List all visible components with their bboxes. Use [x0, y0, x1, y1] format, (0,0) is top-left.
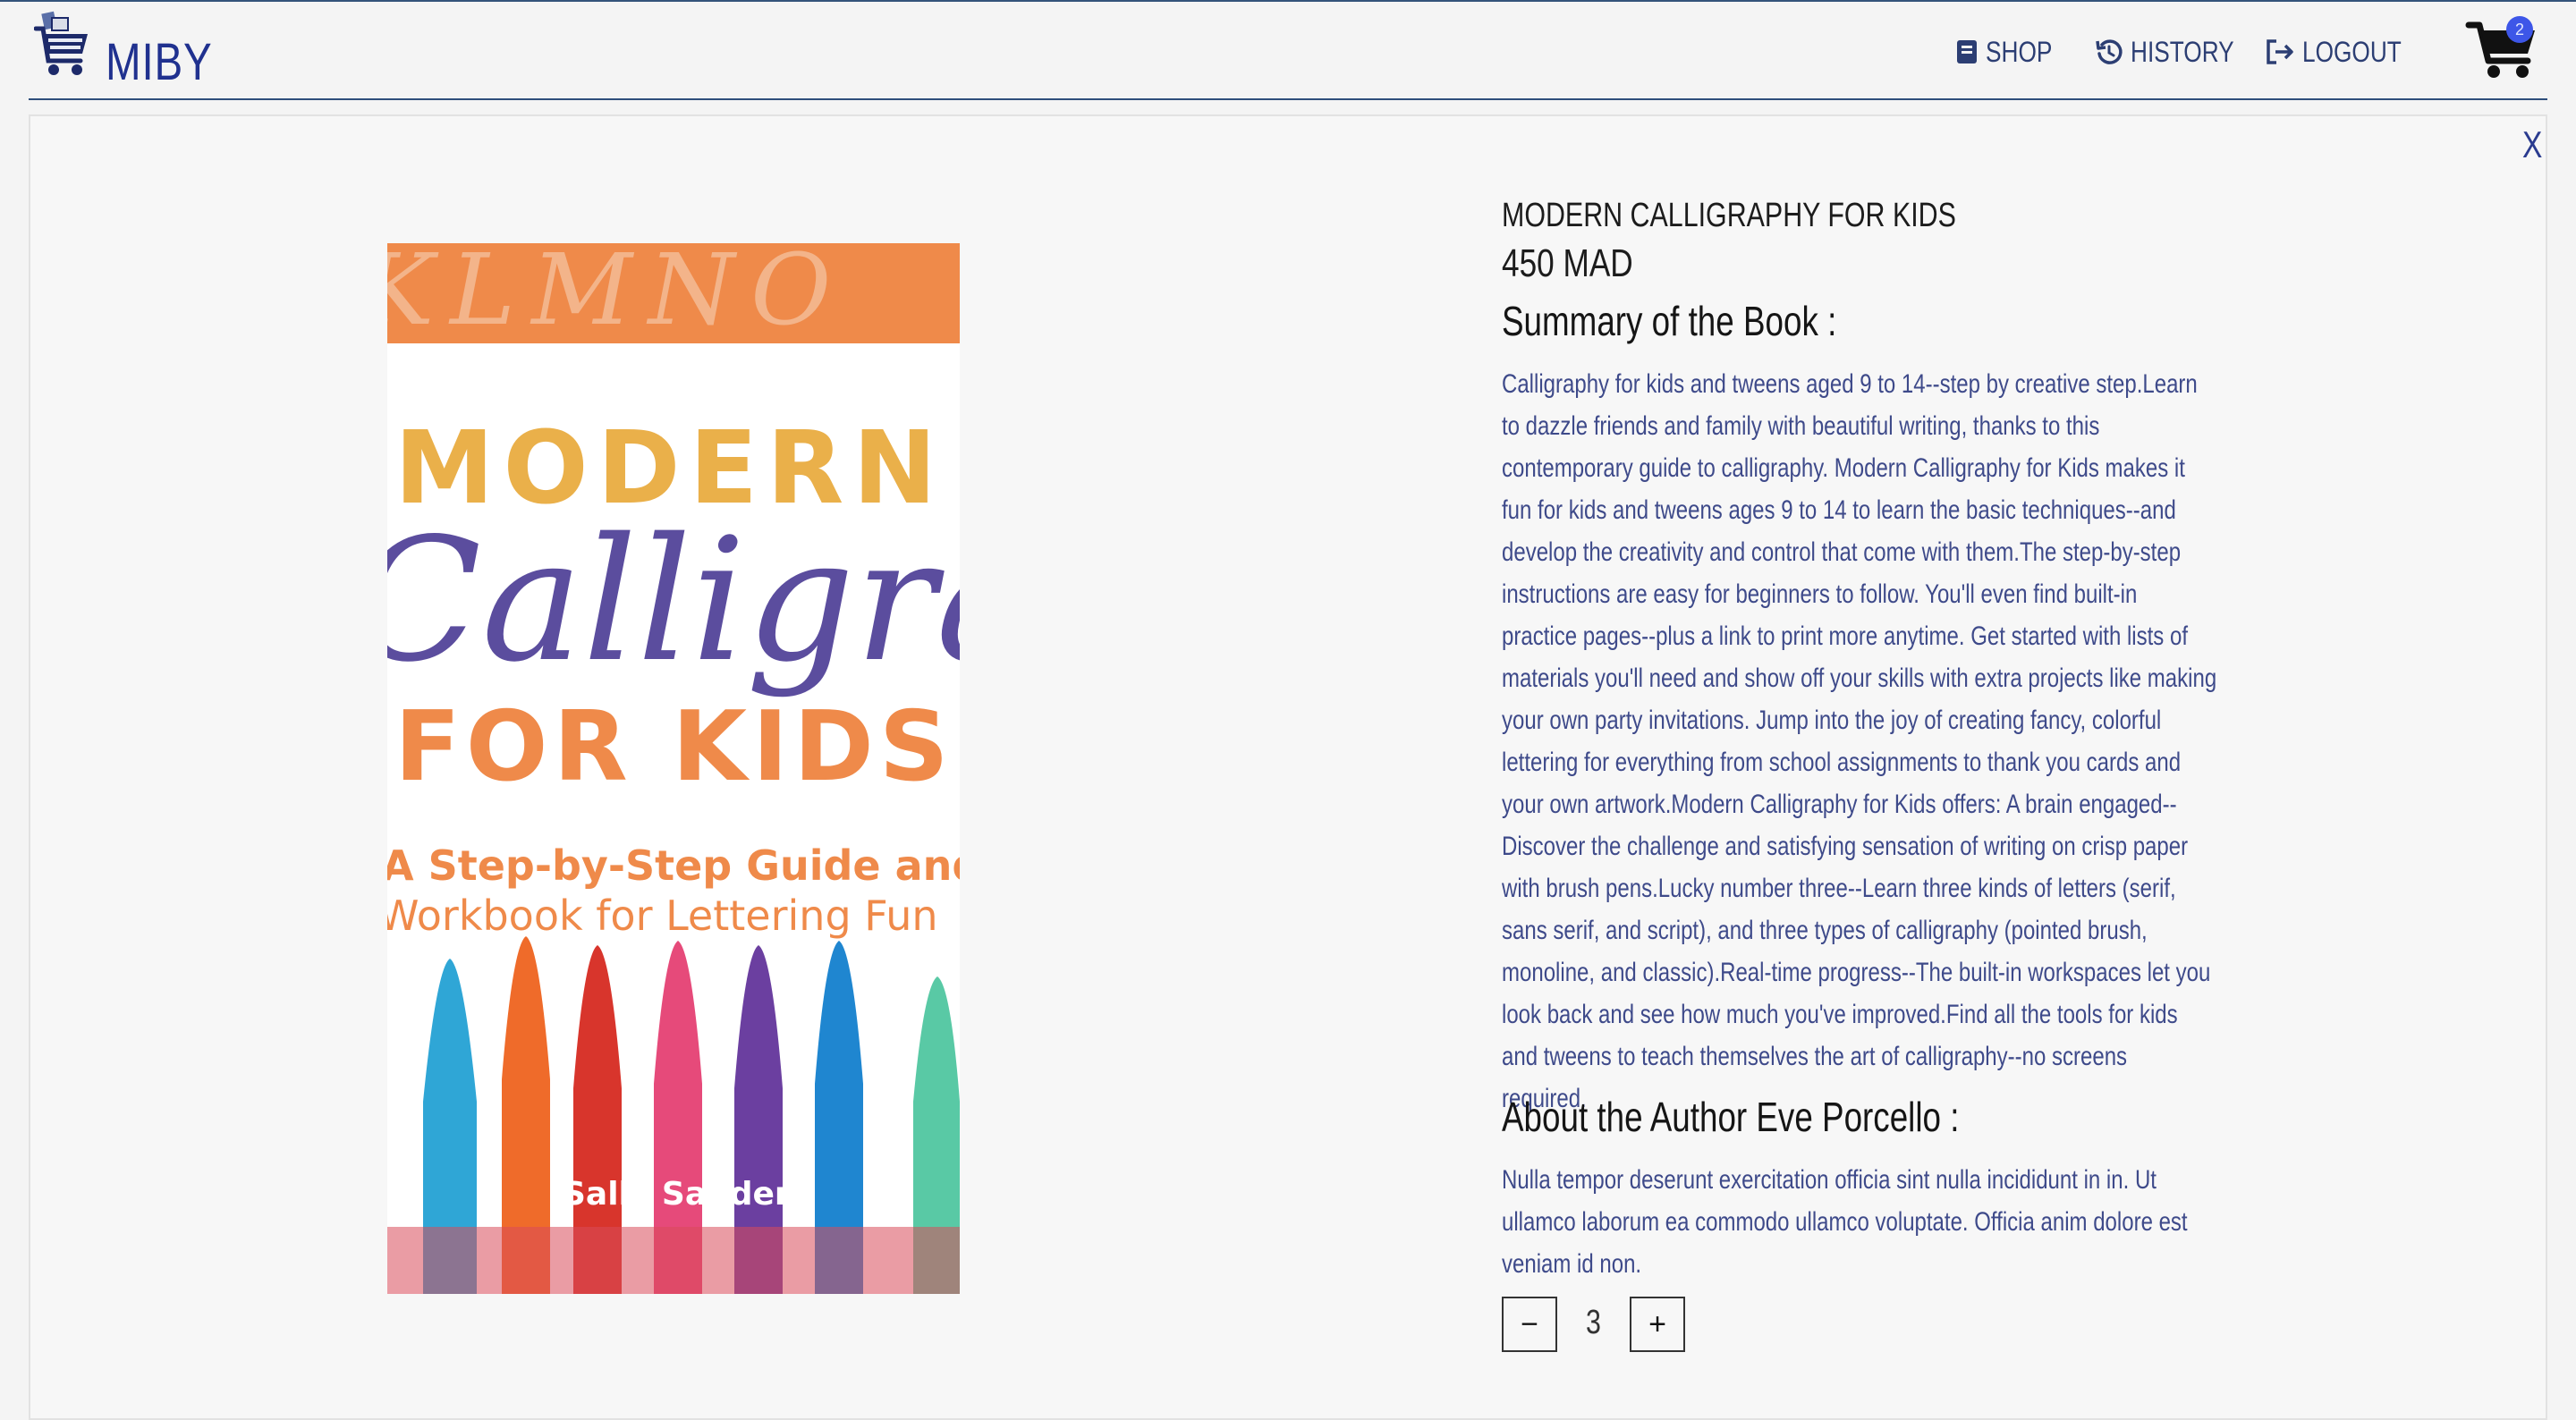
author-bio: Nulla tempor deserunt exercitation offic…	[1502, 1165, 2188, 1279]
cover-title-line3: FOR KIDS	[394, 691, 954, 803]
decrease-quantity-button[interactable]: −	[1502, 1297, 1557, 1352]
nav-logout[interactable]: LOGOUT	[2265, 34, 2423, 70]
quantity-value: 3	[1586, 1304, 1601, 1341]
nav-shop-label: SHOP	[1986, 35, 2053, 68]
cart-count-badge: 2	[2506, 16, 2533, 43]
logout-icon	[2267, 39, 2293, 64]
cart-logo-icon	[34, 11, 88, 75]
nav-history[interactable]: HISTORY	[2095, 34, 2257, 70]
increase-quantity-button[interactable]: +	[1630, 1297, 1685, 1352]
cover-title-line2: Calligraphy	[387, 502, 960, 699]
book-icon	[1957, 40, 1977, 63]
book-summary: Calligraphy for kids and tweens aged 9 t…	[1502, 369, 2217, 1113]
book-cover-art: KLMNO MODERN Calligraphy FOR KIDS A Step…	[387, 243, 960, 1294]
cover-subtitle-line2: Workbook for Lettering Fun	[387, 892, 938, 940]
brand-name: MIBY	[106, 33, 213, 91]
nav-history-label: HISTORY	[2131, 35, 2234, 68]
history-icon	[2096, 39, 2123, 64]
book-title: MODERN CALLIGRAPHY FOR KIDS	[1502, 197, 1956, 234]
cover-author: Sally Sanders	[563, 1176, 809, 1213]
nav-shop[interactable]: SHOP	[1955, 34, 2067, 70]
book-cover-image: KLMNO MODERN Calligraphy FOR KIDS A Step…	[387, 243, 960, 1294]
nav-logout-label: LOGOUT	[2302, 35, 2402, 68]
cover-banner-letters: KLMNO	[387, 243, 847, 347]
summary-heading: Summary of the Book :	[1502, 298, 1837, 344]
brand-logo[interactable]: MIBY	[34, 9, 231, 91]
cover-subtitle-line1: A Step-by-Step Guide and	[387, 841, 960, 890]
book-price: 450 MAD	[1502, 241, 1633, 285]
close-button[interactable]: X	[2522, 123, 2542, 166]
app-header: MIBY SHOP HISTORY LOGOUT 2	[29, 2, 2547, 100]
author-heading: About the Author Eve Porcello :	[1502, 1094, 1960, 1140]
